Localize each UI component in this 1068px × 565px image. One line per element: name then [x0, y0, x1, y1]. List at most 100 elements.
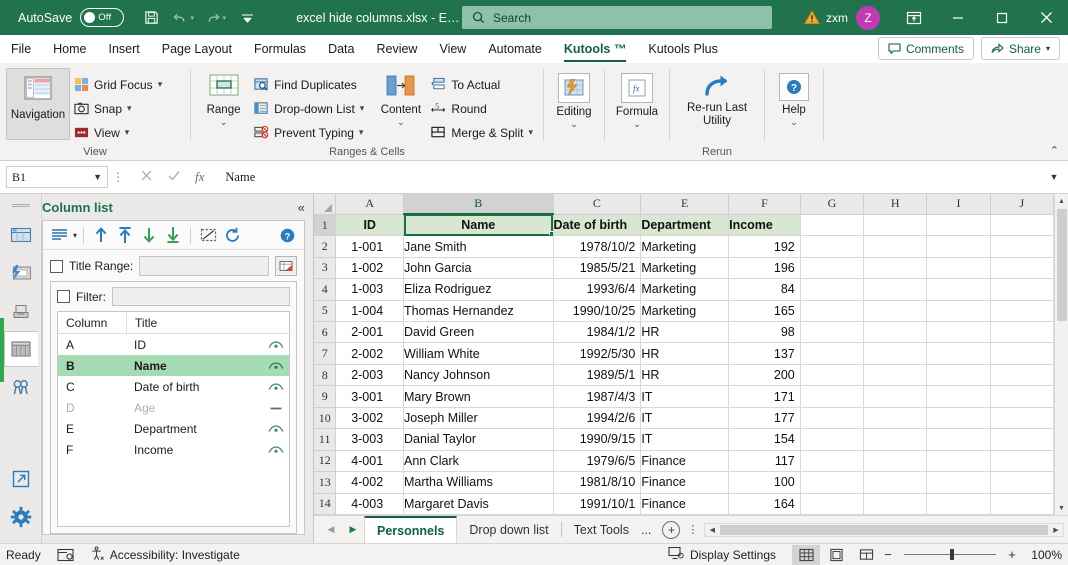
scroll-right-button[interactable]: ▶ — [1049, 526, 1063, 534]
cell-E4[interactable]: Marketing — [640, 278, 730, 301]
cell-C7[interactable]: 1992/5/30 — [553, 342, 642, 365]
cell-E6[interactable]: HR — [640, 321, 730, 344]
minimize-button[interactable] — [936, 0, 980, 35]
cell-G12[interactable] — [800, 450, 865, 473]
cell-G13[interactable] — [800, 471, 865, 494]
formula-button[interactable]: fx Formula ⌄ — [611, 68, 663, 140]
cell-G1[interactable] — [800, 214, 865, 237]
find-duplicates-button[interactable]: Find Duplicates — [250, 74, 368, 95]
refresh-icon[interactable] — [221, 224, 243, 246]
cell-F7[interactable]: 137 — [728, 342, 801, 365]
tab-kutools[interactable]: Kutools ™ — [553, 36, 638, 63]
cell-F8[interactable]: 200 — [728, 364, 801, 387]
cell-J3[interactable] — [990, 257, 1055, 280]
cell-F12[interactable]: 117 — [728, 450, 801, 473]
cell-E5[interactable]: Marketing — [640, 300, 730, 323]
cell-I4[interactable] — [926, 278, 991, 301]
cell-C1[interactable]: Date of birth — [553, 214, 642, 237]
cell-E11[interactable]: IT — [640, 428, 730, 451]
cell-H5[interactable] — [863, 300, 928, 323]
share-button[interactable]: Share ▾ — [980, 37, 1060, 60]
cell-H8[interactable] — [863, 364, 928, 387]
cell-F2[interactable]: 192 — [728, 235, 801, 258]
scroll-up-button[interactable]: ▲ — [1055, 194, 1068, 208]
cell-F14[interactable]: 164 — [728, 493, 801, 516]
zoom-slider[interactable] — [904, 549, 996, 560]
cell-H12[interactable] — [863, 450, 928, 473]
cell-A1[interactable]: ID — [335, 214, 404, 237]
cell-J8[interactable] — [990, 364, 1055, 387]
cell-G9[interactable] — [800, 385, 865, 408]
filter-input[interactable] — [112, 287, 290, 306]
list-item[interactable]: D Age — [58, 397, 289, 418]
cell-E8[interactable]: HR — [640, 364, 730, 387]
row-header-11[interactable]: 11 — [314, 428, 337, 451]
cell-C4[interactable]: 1993/6/4 — [553, 278, 642, 301]
cell-I13[interactable] — [926, 471, 991, 494]
cell-I8[interactable] — [926, 364, 991, 387]
visibility-eye-icon[interactable] — [263, 340, 289, 350]
row-header-12[interactable]: 12 — [314, 450, 337, 473]
maximize-button[interactable] — [980, 0, 1024, 35]
cell-A4[interactable]: 1-003 — [335, 278, 404, 301]
list-item[interactable]: F Income — [58, 439, 289, 460]
cell-B1[interactable]: Name — [403, 214, 554, 237]
cell-J10[interactable] — [990, 407, 1055, 430]
cell-A11[interactable]: 3-003 — [335, 428, 404, 451]
cell-B8[interactable]: Nancy Johnson — [403, 364, 554, 387]
cell-A7[interactable]: 2-002 — [335, 342, 404, 365]
formula-bar-handle[interactable]: ⋮ — [108, 170, 128, 184]
cell-B4[interactable]: Eliza Rodriguez — [403, 278, 554, 301]
cell-E3[interactable]: Marketing — [640, 257, 730, 280]
row-header-10[interactable]: 10 — [314, 407, 337, 430]
cell-F13[interactable]: 100 — [728, 471, 801, 494]
visibility-eye-icon[interactable] — [263, 424, 289, 434]
cell-I5[interactable] — [926, 300, 991, 323]
cell-G11[interactable] — [800, 428, 865, 451]
normal-view-icon[interactable] — [792, 544, 820, 565]
resource-library-icon[interactable] — [4, 293, 38, 329]
dropdown-list-button[interactable]: Drop-down List ▾ — [250, 98, 368, 119]
title-range-checkbox[interactable] — [50, 259, 63, 273]
range-button[interactable]: Range ⌄ — [197, 68, 250, 140]
page-layout-view-icon[interactable] — [822, 545, 850, 565]
cell-A2[interactable]: 1-001 — [335, 235, 404, 258]
move-to-top-icon[interactable] — [114, 224, 136, 246]
column-header-h[interactable]: H — [863, 194, 928, 215]
zoom-slider-thumb[interactable] — [950, 549, 954, 560]
scroll-left-button[interactable]: ◀ — [705, 526, 719, 534]
vertical-scrollbar[interactable]: ▲ ▼ — [1054, 194, 1068, 515]
cell-I6[interactable] — [926, 321, 991, 344]
cell-H9[interactable] — [863, 385, 928, 408]
enter-icon[interactable] — [167, 169, 181, 185]
cell-A6[interactable]: 2-001 — [335, 321, 404, 344]
formula-input[interactable]: Name — [216, 166, 1046, 188]
cell-H13[interactable] — [863, 471, 928, 494]
cell-H3[interactable] — [863, 257, 928, 280]
view-options-button[interactable]: View ▾ — [70, 122, 166, 143]
row-header-3[interactable]: 3 — [314, 257, 337, 280]
cell-F10[interactable]: 177 — [728, 407, 801, 430]
cell-H10[interactable] — [863, 407, 928, 430]
visibility-hidden-icon[interactable] — [263, 403, 289, 413]
tab-data[interactable]: Data — [317, 36, 365, 63]
cell-G3[interactable] — [800, 257, 865, 280]
round-button[interactable]: 5 Round — [427, 98, 537, 119]
workbooks-sheets-icon[interactable] — [4, 217, 38, 253]
cell-F1[interactable]: Income — [728, 214, 801, 237]
help-circle-icon[interactable]: ? — [276, 224, 298, 246]
cell-C12[interactable]: 1979/6/5 — [553, 450, 642, 473]
cell-I2[interactable] — [926, 235, 991, 258]
cell-E13[interactable]: Finance — [640, 471, 730, 494]
cell-C14[interactable]: 1991/10/1 — [553, 493, 642, 516]
row-header-2[interactable]: 2 — [314, 235, 337, 258]
cell-J12[interactable] — [990, 450, 1055, 473]
vertical-scroll-thumb[interactable] — [1056, 209, 1067, 321]
row-header-9[interactable]: 9 — [314, 385, 337, 408]
cell-E9[interactable]: IT — [640, 385, 730, 408]
column-header-j[interactable]: J — [990, 194, 1055, 215]
column-header-i[interactable]: I — [926, 194, 991, 215]
visibility-eye-icon[interactable] — [263, 361, 289, 371]
cell-G10[interactable] — [800, 407, 865, 430]
settings-gear-icon[interactable] — [4, 499, 38, 535]
